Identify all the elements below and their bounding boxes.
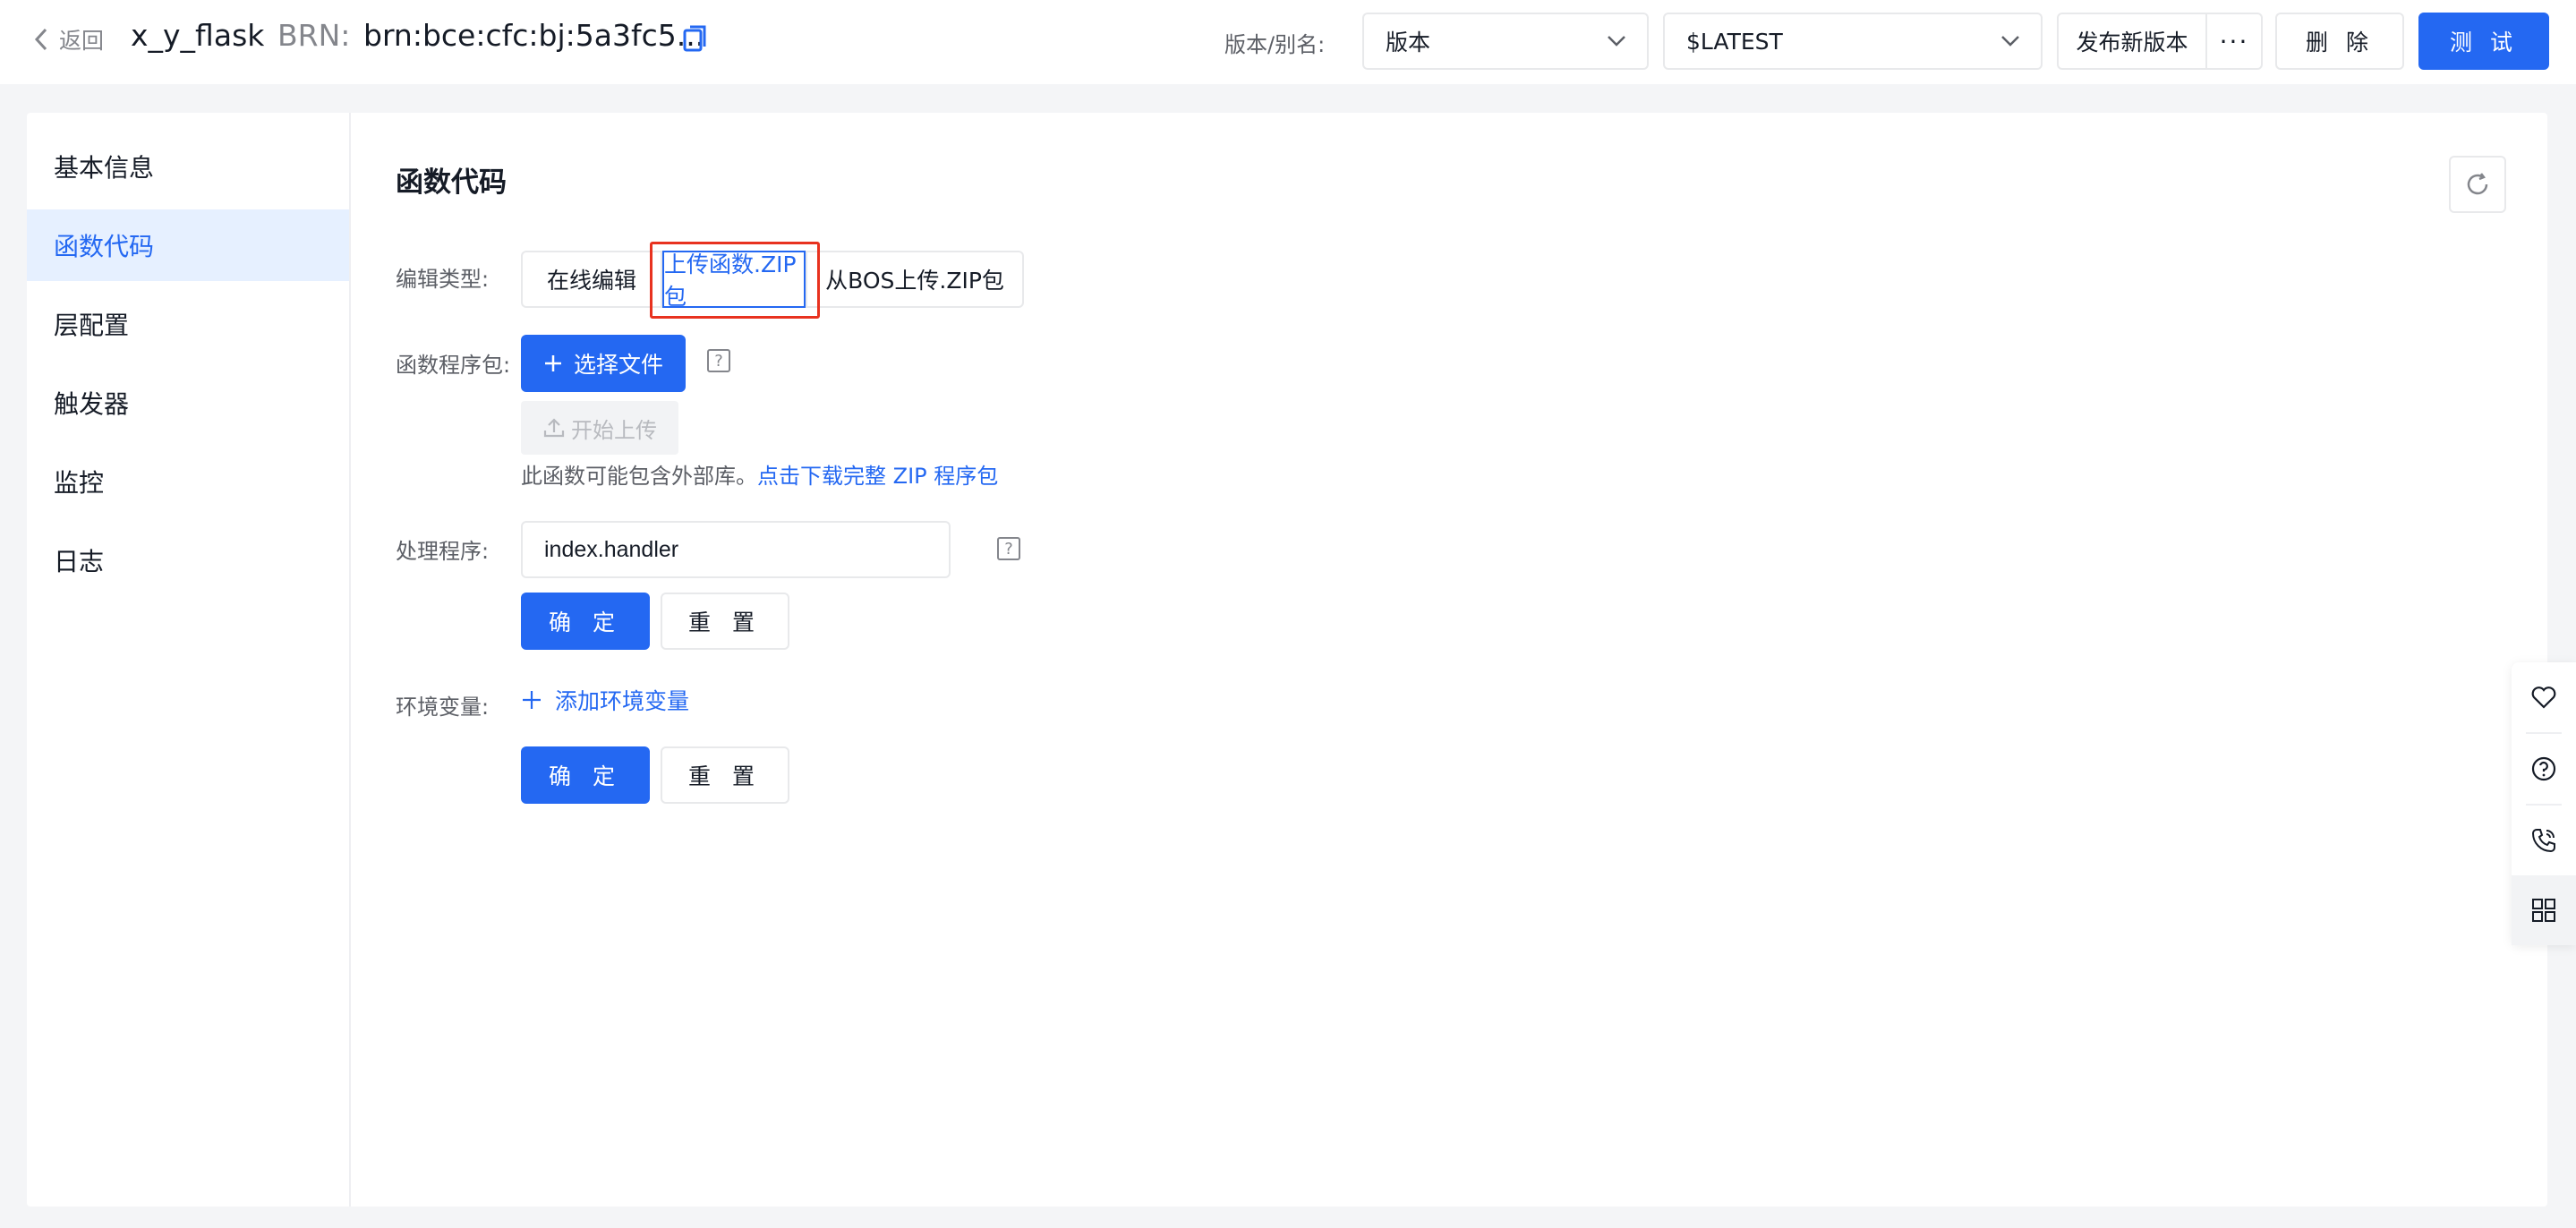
sidebar-item-function-code[interactable]: 函数代码 — [27, 209, 349, 281]
highlight-box — [650, 242, 820, 319]
contact-button[interactable] — [2512, 806, 2576, 875]
phone-icon — [2531, 829, 2555, 853]
version-select[interactable]: $LATEST — [1663, 13, 2043, 70]
sidebar-item-logs[interactable]: 日志 — [27, 524, 349, 596]
plus-icon — [544, 355, 561, 371]
favorite-button[interactable] — [2512, 662, 2576, 732]
chevron-left-icon — [34, 28, 47, 51]
function-name: x_y_flask — [131, 18, 265, 53]
handler-label: 处理程序: — [396, 539, 490, 564]
plus-icon — [523, 691, 541, 709]
start-upload-label: 开始上传 — [571, 417, 657, 443]
back-label: 返回 — [59, 28, 105, 54]
copy-icon[interactable] — [682, 23, 709, 54]
env-confirm-button[interactable]: 确 定 — [521, 746, 650, 804]
version-value: $LATEST — [1686, 28, 1783, 55]
choose-file-button[interactable]: 选择文件 — [521, 335, 686, 392]
chevron-down-icon — [2001, 36, 2019, 47]
add-env-label: 添加环境变量 — [555, 688, 690, 714]
page-title: 函数代码 — [396, 166, 507, 199]
back-button[interactable]: 返回 — [32, 23, 104, 55]
env-label: 环境变量: — [396, 695, 490, 720]
start-upload-button[interactable]: 开始上传 — [521, 401, 678, 455]
side-nav: 基本信息 函数代码 层配置 触发器 监控 日志 — [27, 113, 351, 1207]
add-env-button[interactable]: 添加环境变量 — [521, 684, 689, 716]
publish-version-button[interactable]: 发布新版本 — [2057, 13, 2207, 70]
more-button[interactable]: ··· — [2205, 13, 2263, 70]
delete-button[interactable]: 删 除 — [2275, 13, 2404, 70]
choose-file-label: 选择文件 — [573, 352, 663, 378]
chevron-down-icon — [1608, 36, 1625, 47]
hint-text: 此函数可能包含外部库。 — [521, 464, 757, 489]
env-reset-button[interactable]: 重 置 — [661, 746, 789, 804]
sidebar-item-layers[interactable]: 层配置 — [27, 288, 349, 360]
version-type-select[interactable]: 版本 — [1362, 13, 1649, 70]
main-card: 基本信息 函数代码 层配置 触发器 监控 日志 函数代码 编辑类型: 在线编辑 … — [27, 113, 2547, 1207]
content-area: 函数代码 编辑类型: 在线编辑 上传函数.ZIP包 从BOS上传.ZIP包 函数… — [351, 113, 2547, 1207]
version-alias-label: 版本/别名: — [1224, 32, 1326, 57]
tab-online-edit[interactable]: 在线编辑 — [521, 251, 662, 308]
handler-reset-button[interactable]: 重 置 — [661, 593, 789, 650]
grid-icon — [2532, 899, 2555, 922]
brn-label: BRN: — [277, 18, 351, 53]
sidebar-item-monitoring[interactable]: 监控 — [27, 446, 349, 517]
package-label: 函数程序包: — [396, 353, 511, 378]
top-bar: 返回 x_y_flask BRN: brn:bce:cfc:bj:5a3fc5.… — [0, 0, 2576, 84]
tab-bos-upload-zip[interactable]: 从BOS上传.ZIP包 — [806, 251, 1024, 308]
apps-button[interactable] — [2512, 875, 2576, 945]
question-circle-icon — [2531, 756, 2556, 781]
download-zip-link[interactable]: 点击下载完整 ZIP 程序包 — [757, 464, 998, 489]
edit-type-label: 编辑类型: — [396, 267, 490, 292]
help-icon[interactable]: ? — [997, 537, 1020, 560]
handler-confirm-button[interactable]: 确 定 — [521, 593, 650, 650]
handler-input[interactable] — [521, 521, 951, 578]
version-type-value: 版本 — [1386, 30, 1431, 55]
package-hint: 此函数可能包含外部库。点击下载完整 ZIP 程序包 — [521, 458, 998, 490]
sidebar-item-triggers[interactable]: 触发器 — [27, 367, 349, 439]
sidebar-item-basic-info[interactable]: 基本信息 — [27, 131, 349, 202]
test-button[interactable]: 测 试 — [2418, 13, 2549, 70]
refresh-button[interactable] — [2449, 156, 2506, 213]
help-icon[interactable]: ? — [707, 349, 730, 372]
floating-toolbar — [2512, 662, 2576, 945]
brn-value: brn:bce:cfc:bj:5a3fc5... — [363, 18, 705, 53]
help-button[interactable] — [2512, 734, 2576, 804]
upload-icon — [543, 418, 565, 438]
heart-icon — [2531, 686, 2556, 709]
refresh-icon — [2467, 173, 2488, 195]
